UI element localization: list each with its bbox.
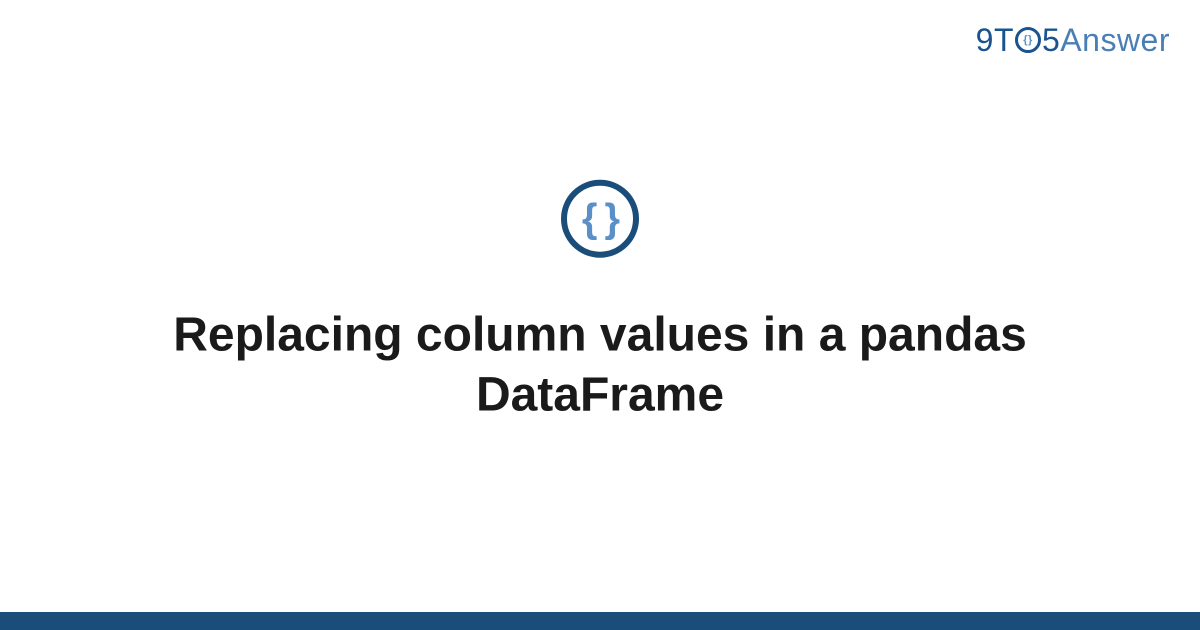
site-logo: 9T5Answer	[976, 22, 1170, 59]
main-content: { } Replacing column values in a pandas …	[0, 180, 1200, 426]
logo-part-answer: Answer	[1060, 22, 1170, 58]
category-icon-circle: { }	[561, 180, 639, 258]
logo-part-nine: 9	[976, 22, 994, 58]
logo-part-five: 5	[1042, 22, 1060, 58]
footer-accent-bar	[0, 612, 1200, 630]
code-braces-icon: { }	[582, 196, 618, 241]
logo-part-t: T	[994, 22, 1014, 58]
logo-circle-icon	[1015, 27, 1041, 53]
page-title: Replacing column values in a pandas Data…	[150, 306, 1050, 426]
